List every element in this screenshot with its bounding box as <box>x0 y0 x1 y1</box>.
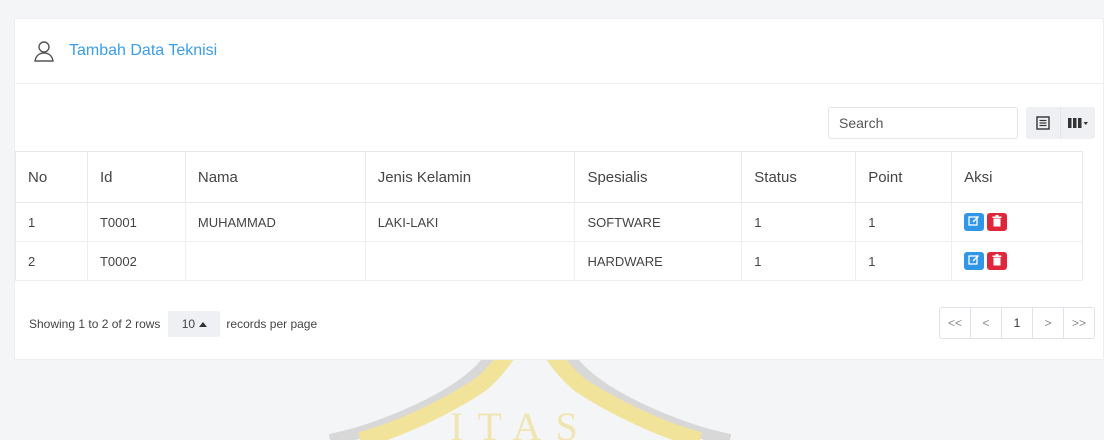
cell-nama: MUHAMMAD <box>185 202 366 242</box>
column-header-no[interactable]: No <box>15 151 88 203</box>
last-page-button[interactable]: >> <box>1064 308 1094 338</box>
delete-button[interactable] <box>987 252 1008 270</box>
cell-id: T0002 <box>87 241 186 281</box>
column-header-point[interactable]: Point <box>855 151 953 203</box>
teknisi-table: No Id Nama Jenis Kelamin Spesialis Statu… <box>15 151 1083 281</box>
records-per-page-text: records per page <box>226 317 318 331</box>
svg-text:ITAS: ITAS <box>450 404 592 440</box>
cell-no: 2 <box>15 241 88 281</box>
view-buttons <box>1026 107 1095 139</box>
column-header-id[interactable]: Id <box>87 151 186 203</box>
pagination: << < 1 > >> <box>939 307 1095 339</box>
card-header: Tambah Data Teknisi <box>15 19 1103 84</box>
cell-jenis-kelamin: LAKI-LAKI <box>365 202 576 242</box>
column-header-spesialis[interactable]: Spesialis <box>574 151 743 203</box>
showing-rows-text: Showing 1 to 2 of 2 rows <box>29 317 161 331</box>
next-page-button[interactable]: > <box>1033 308 1064 338</box>
table-row: 1 T0001 MUHAMMAD LAKI-LAKI SOFTWARE 1 1 <box>15 202 1083 242</box>
cell-spesialis: HARDWARE <box>574 241 743 281</box>
page-size-dropdown[interactable]: 10 <box>168 311 221 337</box>
prev-page-button[interactable]: < <box>971 308 1002 338</box>
trash-icon <box>992 215 1002 227</box>
columns-icon <box>1068 118 1088 128</box>
trash-icon <box>992 254 1002 266</box>
toggle-view-button[interactable] <box>1026 107 1060 139</box>
list-icon <box>1036 116 1050 130</box>
column-header-jenis-kelamin[interactable]: Jenis Kelamin <box>365 151 576 203</box>
pagination-info: Showing 1 to 2 of 2 rows 10 records per … <box>29 311 317 337</box>
table-header-row: No Id Nama Jenis Kelamin Spesialis Statu… <box>15 151 1083 203</box>
columns-dropdown-button[interactable] <box>1060 107 1095 139</box>
column-header-status[interactable]: Status <box>741 151 857 203</box>
teknisi-card: Tambah Data Teknisi Search No Id Nama Je… <box>14 18 1104 360</box>
delete-button[interactable] <box>987 213 1008 231</box>
edit-button[interactable] <box>964 252 985 270</box>
cell-jenis-kelamin <box>365 241 576 281</box>
table-row: 2 T0002 HARDWARE 1 1 <box>15 241 1083 281</box>
column-header-aksi: Aksi <box>951 151 1083 203</box>
caret-up-icon <box>199 322 208 327</box>
edit-icon <box>968 254 980 265</box>
cell-spesialis: SOFTWARE <box>574 202 743 242</box>
data-table-wrapper: No Id Nama Jenis Kelamin Spesialis Statu… <box>15 151 1083 281</box>
page-title: Tambah Data Teknisi <box>69 42 218 59</box>
cell-nama <box>185 241 366 281</box>
search-input[interactable] <box>828 107 1018 139</box>
edit-icon <box>968 215 980 226</box>
page-1-button[interactable]: 1 <box>1002 308 1033 338</box>
edit-button[interactable] <box>964 213 985 231</box>
cell-status: 1 <box>741 241 857 281</box>
cell-point: 1 <box>855 202 953 242</box>
column-header-nama[interactable]: Nama <box>185 151 366 203</box>
cell-id: T0001 <box>87 202 186 242</box>
user-icon <box>34 41 54 62</box>
first-page-button[interactable]: << <box>940 308 971 338</box>
page-size-value: 10 <box>181 317 196 331</box>
cell-point: 1 <box>855 241 953 281</box>
table-toolbar <box>828 107 1095 139</box>
cell-status: 1 <box>741 202 857 242</box>
cell-aksi <box>951 202 1083 242</box>
cell-aksi <box>951 241 1083 281</box>
cell-no: 1 <box>15 202 88 242</box>
